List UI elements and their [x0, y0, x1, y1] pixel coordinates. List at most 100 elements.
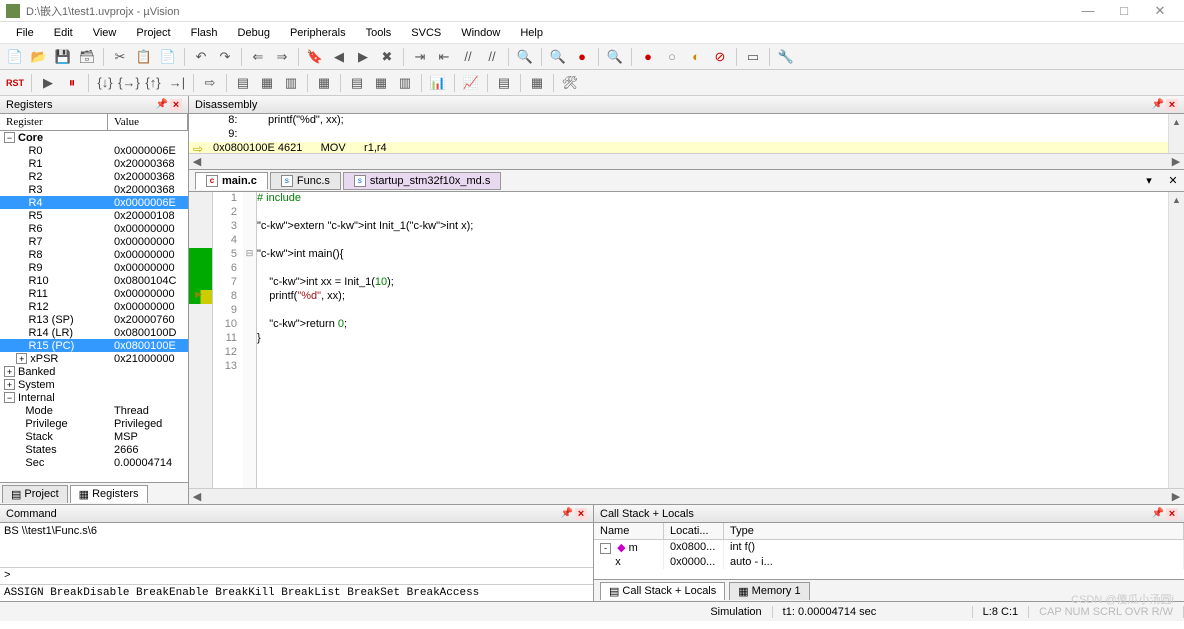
file-tab[interactable]: sFunc.s — [270, 172, 341, 190]
disassembly-view[interactable]: 8: printf("%d", xx); 9: ⇨ 0x0800100E 462… — [189, 114, 1184, 153]
register-row[interactable]: PrivilegePrivileged — [0, 417, 188, 430]
register-row[interactable]: −Internal — [0, 391, 188, 404]
code-line[interactable]: "c-kw">int main(){ — [257, 248, 1184, 262]
location-col-header[interactable]: Locati... — [664, 523, 724, 539]
horizontal-scrollbar[interactable]: ◀▶ — [189, 153, 1184, 169]
panel-close-button[interactable]: × — [1166, 99, 1178, 111]
gutter-marker[interactable] — [189, 332, 212, 346]
new-file-button[interactable]: 📄 — [4, 46, 26, 68]
register-row[interactable]: R13 (SP)0x20000760 — [0, 313, 188, 326]
panel-close-button[interactable]: × — [1166, 508, 1178, 520]
register-row[interactable]: R30x20000368 — [0, 183, 188, 196]
value-col-header[interactable]: Value — [108, 114, 188, 130]
code-line[interactable] — [257, 206, 1184, 220]
code-line[interactable] — [257, 304, 1184, 318]
minimize-button[interactable]: — — [1070, 3, 1106, 18]
editor-vertical-scrollbar[interactable]: ▲ — [1168, 192, 1184, 488]
register-row[interactable]: +xPSR0x21000000 — [0, 352, 188, 365]
stack-row[interactable]: x0x0000...auto - i... — [594, 555, 1184, 569]
gutter-marker[interactable] — [189, 192, 212, 206]
project-tab[interactable]: ▤Project — [2, 485, 68, 503]
menu-project[interactable]: Project — [128, 25, 178, 41]
register-row[interactable]: R14 (LR)0x0800100D — [0, 326, 188, 339]
register-row[interactable]: R10x20000368 — [0, 157, 188, 170]
gutter-marker[interactable] — [189, 276, 212, 290]
tab-close-button[interactable]: ✕ — [1162, 170, 1184, 192]
symbols-window-button[interactable]: ▥ — [280, 72, 302, 94]
register-row[interactable]: R50x20000108 — [0, 209, 188, 222]
menu-view[interactable]: View — [85, 25, 125, 41]
save-all-button[interactable]: 🗃 — [76, 46, 98, 68]
menu-flash[interactable]: Flash — [183, 25, 226, 41]
register-row[interactable]: −Core — [0, 131, 188, 144]
panel-close-button[interactable]: × — [575, 508, 587, 520]
code-line[interactable]: printf("%d", xx); — [257, 290, 1184, 304]
registers-window-button[interactable]: ▦ — [313, 72, 335, 94]
code-line[interactable] — [257, 234, 1184, 248]
file-tab[interactable]: sstartup_stm32f10x_md.s — [343, 172, 501, 190]
bookmark-next-button[interactable]: ▶ — [352, 46, 374, 68]
register-row[interactable]: R20x20000368 — [0, 170, 188, 183]
stop-button[interactable]: ⏸ — [61, 72, 83, 94]
step-out-button[interactable]: {↑} — [142, 72, 164, 94]
gutter-marker[interactable] — [189, 304, 212, 318]
stack-row[interactable]: - ◆ m0x0800...int f() — [594, 540, 1184, 555]
command-window-button[interactable]: ▤ — [232, 72, 254, 94]
nav-fwd-button[interactable]: ⇒ — [271, 46, 293, 68]
show-next-button[interactable]: ⇨ — [199, 72, 221, 94]
gutter-marker[interactable] — [189, 220, 212, 234]
nav-back-button[interactable]: ⇐ — [247, 46, 269, 68]
code-line[interactable]: "c-kw">extern "c-kw">int Init_1("c-kw">i… — [257, 220, 1184, 234]
code-editor[interactable]: 12345678910111213 ⊟ # include"c-kw">exte… — [189, 192, 1184, 488]
breakpoint-button[interactable]: ● — [571, 46, 593, 68]
cut-button[interactable]: ✂ — [109, 46, 131, 68]
register-row[interactable]: States2666 — [0, 443, 188, 456]
menu-peripherals[interactable]: Peripherals — [282, 25, 354, 41]
gutter-marker[interactable] — [189, 346, 212, 360]
indent-button[interactable]: ⇥ — [409, 46, 431, 68]
pin-icon[interactable]: 📌 — [1152, 508, 1164, 519]
code-line[interactable] — [257, 262, 1184, 276]
run-to-cursor-button[interactable]: →| — [166, 72, 188, 94]
close-button[interactable]: ✕ — [1142, 3, 1178, 19]
disasm-window-button[interactable]: ▦ — [256, 72, 278, 94]
gutter-marker[interactable] — [189, 234, 212, 248]
code-line[interactable] — [257, 360, 1184, 374]
registers-tab[interactable]: ▦Registers — [70, 485, 148, 503]
window-button[interactable]: ▭ — [742, 46, 764, 68]
register-row[interactable]: R90x00000000 — [0, 261, 188, 274]
system-viewer-button[interactable]: ▦ — [526, 72, 548, 94]
paste-button[interactable]: 📄 — [157, 46, 179, 68]
registers-tree[interactable]: −Core R00x0000006E R10x20000368 R20x2000… — [0, 131, 188, 482]
tab-dropdown-button[interactable]: ▾ — [1138, 170, 1160, 192]
menu-svcs[interactable]: SVCS — [403, 25, 449, 41]
panel-close-button[interactable]: × — [170, 99, 182, 111]
gutter-marker[interactable] — [189, 248, 212, 262]
gutter-marker[interactable] — [189, 290, 212, 304]
run-button[interactable]: ▶ — [37, 72, 59, 94]
register-col-header[interactable]: Register — [0, 114, 108, 130]
gutter-marker[interactable] — [189, 206, 212, 220]
editor-horizontal-scrollbar[interactable]: ◀▶ — [189, 488, 1184, 504]
register-row[interactable]: R00x0000006E — [0, 144, 188, 157]
name-col-header[interactable]: Name — [594, 523, 664, 539]
serial-window-button[interactable]: 📊 — [427, 72, 449, 94]
kill-breakpoint-button[interactable]: ⊘ — [709, 46, 731, 68]
pin-icon[interactable]: 📌 — [561, 508, 573, 519]
menu-debug[interactable]: Debug — [230, 25, 278, 41]
register-row[interactable]: R70x00000000 — [0, 235, 188, 248]
gutter-marker[interactable] — [189, 318, 212, 332]
command-output[interactable]: BS \\test1\Func.s\6 — [0, 523, 593, 567]
copy-button[interactable]: 📋 — [133, 46, 155, 68]
configure-button[interactable]: 🔧 — [775, 46, 797, 68]
type-col-header[interactable]: Type — [724, 523, 1184, 539]
pin-icon[interactable]: 📌 — [1152, 99, 1164, 110]
toolbox-button[interactable]: 🛠 — [559, 72, 581, 94]
redo-button[interactable]: ↷ — [214, 46, 236, 68]
menu-edit[interactable]: Edit — [46, 25, 81, 41]
register-row[interactable]: Sec0.00004714 — [0, 456, 188, 469]
code-line[interactable]: # include — [257, 192, 1184, 206]
uncomment-button[interactable]: // — [481, 46, 503, 68]
watch-window-button[interactable]: ▦ — [370, 72, 392, 94]
code-line[interactable]: "c-kw">return 0; — [257, 318, 1184, 332]
